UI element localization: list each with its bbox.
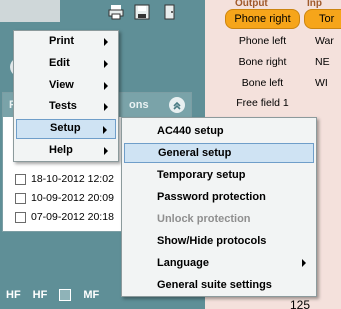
output-option[interactable]: Free field 1 <box>225 97 300 109</box>
submenu-item-general-suite-settings[interactable]: General suite settings <box>124 275 314 295</box>
menu-item-edit[interactable]: Edit <box>16 54 116 74</box>
session-date: 18-10-2012 12:02 <box>31 173 114 185</box>
menu-item-label: Setup <box>50 122 81 134</box>
session-checkbox[interactable] <box>15 173 26 185</box>
page-number: 125 <box>290 298 311 309</box>
session-checkbox[interactable] <box>15 211 26 223</box>
session-date: 10-09-2012 20:09 <box>31 192 114 204</box>
output-header: Output <box>235 0 268 8</box>
submenu-arrow-icon <box>104 147 108 155</box>
exit-door-icon[interactable] <box>161 3 179 21</box>
input-option[interactable]: War <box>315 35 334 47</box>
menu-item-setup[interactable]: Setup <box>16 119 116 139</box>
sessions-header-label-end: ons <box>129 99 149 111</box>
submenu-item-label: Language <box>157 257 209 269</box>
input-option[interactable]: WI <box>315 77 328 89</box>
submenu-item-general-setup[interactable]: General setup <box>124 143 314 163</box>
top-strip <box>0 0 60 22</box>
main-menu: Print Edit View Tests Setup Help <box>13 30 119 162</box>
menu-item-help[interactable]: Help <box>16 141 116 161</box>
submenu-item-password-protection[interactable]: Password protection <box>124 187 314 207</box>
input-selected-button[interactable]: Tor <box>304 9 341 29</box>
mf-button[interactable]: MF <box>83 289 99 301</box>
submenu-item-show-hide-protocols[interactable]: Show/Hide protocols <box>124 231 314 251</box>
menu-item-label: Edit <box>49 57 70 69</box>
output-phone-right-button[interactable]: Phone right <box>225 9 300 29</box>
printer-icon[interactable] <box>107 3 125 21</box>
submenu-arrow-icon <box>104 38 108 46</box>
submenu-arrow-icon <box>104 103 108 111</box>
session-row[interactable]: 10-09-2012 20:09 <box>15 192 114 204</box>
session-row[interactable]: 18-10-2012 12:02 <box>15 173 114 185</box>
submenu-arrow-icon <box>302 259 306 267</box>
session-row[interactable]: 07-09-2012 20:18 <box>15 211 114 223</box>
submenu-item-language[interactable]: Language <box>124 253 314 273</box>
session-checkbox[interactable] <box>15 192 26 204</box>
menu-item-print[interactable]: Print <box>16 32 116 52</box>
menu-item-tests[interactable]: Tests <box>16 97 116 117</box>
collapse-chevron-icon[interactable] <box>169 97 185 113</box>
submenu-arrow-icon <box>104 82 108 90</box>
menu-item-label: Tests <box>49 100 77 112</box>
input-option[interactable]: NE <box>315 56 330 68</box>
hf-z-button[interactable]: HF <box>33 289 48 301</box>
menu-item-label: Help <box>49 144 73 156</box>
hf-button[interactable]: HF <box>6 289 21 301</box>
submenu-arrow-icon <box>104 60 108 68</box>
output-option[interactable]: Bone right <box>225 56 300 68</box>
output-option[interactable]: Phone left <box>225 35 300 47</box>
output-option[interactable]: Bone left <box>225 77 300 89</box>
submenu-item-temporary-setup[interactable]: Temporary setup <box>124 165 314 185</box>
input-header: Inp <box>307 0 322 8</box>
submenu-item-ac440-setup[interactable]: AC440 setup <box>124 121 314 141</box>
session-date: 07-09-2012 20:18 <box>31 211 114 223</box>
menu-item-label: Print <box>49 35 75 47</box>
menu-item-label: View <box>49 79 74 91</box>
setup-submenu: AC440 setup General setup Temporary setu… <box>121 117 317 297</box>
grid-toggle-icon[interactable] <box>59 288 72 301</box>
submenu-item-unlock-protection: Unlock protection <box>157 213 251 225</box>
menu-item-view[interactable]: View <box>16 76 116 96</box>
submenu-arrow-icon <box>103 126 107 134</box>
save-icon[interactable] <box>133 3 151 21</box>
